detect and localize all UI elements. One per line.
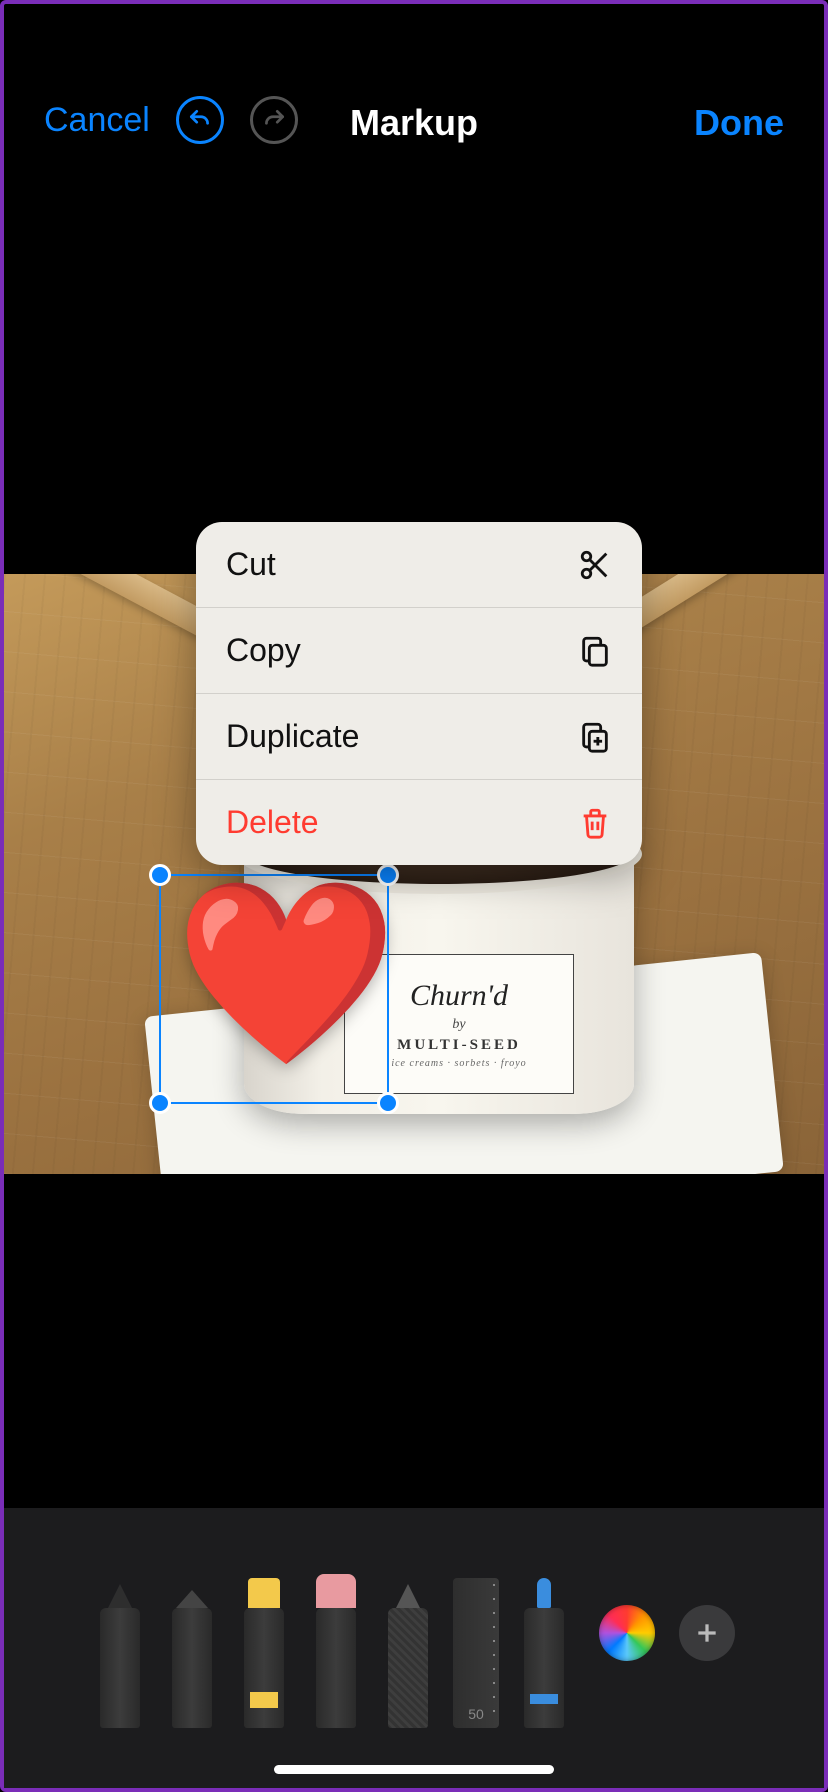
undo-icon — [187, 107, 213, 133]
menu-item-duplicate[interactable]: Duplicate — [196, 694, 642, 780]
redo-button[interactable] — [250, 96, 298, 144]
context-menu: Cut Copy Duplicate Delete — [196, 522, 642, 865]
menu-item-copy[interactable]: Copy — [196, 608, 642, 694]
cup-sub-text: MULTI-SEED — [397, 1037, 521, 1054]
undo-button[interactable] — [176, 96, 224, 144]
navbar: Cancel Markup Done — [4, 4, 824, 174]
menu-item-delete[interactable]: Delete — [196, 780, 642, 865]
cup-by-text: by — [452, 1017, 465, 1033]
done-button[interactable]: Done — [694, 102, 784, 144]
redo-icon — [261, 107, 287, 133]
ruler-value: 50 — [468, 1706, 484, 1722]
copy-icon — [578, 634, 612, 668]
selection-box[interactable] — [159, 874, 389, 1104]
menu-item-cut[interactable]: Cut — [196, 522, 642, 608]
eraser-tool[interactable] — [309, 1578, 363, 1728]
add-button[interactable] — [679, 1605, 735, 1661]
cancel-button[interactable]: Cancel — [44, 101, 150, 140]
marker-tool[interactable] — [165, 1578, 219, 1728]
cup-tagline-text: ice creams · sorbets · froyo — [391, 1058, 526, 1069]
pencil-tool[interactable] — [381, 1578, 435, 1728]
nav-left-group: Cancel — [44, 96, 298, 144]
pen-tool[interactable] — [93, 1578, 147, 1728]
trash-icon — [578, 806, 612, 840]
color-picker-button[interactable] — [599, 1605, 655, 1661]
highlighter-tool[interactable] — [237, 1578, 291, 1728]
resize-handle-top-left[interactable] — [149, 864, 171, 886]
menu-label: Delete — [226, 804, 319, 841]
scissors-icon — [578, 548, 612, 582]
menu-label: Cut — [226, 546, 276, 583]
resize-handle-top-right[interactable] — [377, 864, 399, 886]
menu-label: Duplicate — [226, 718, 359, 755]
menu-label: Copy — [226, 632, 301, 669]
cup-brand-text: Churn'd — [410, 979, 508, 1013]
markup-toolbar: 50 — [4, 1508, 824, 1788]
home-indicator[interactable] — [274, 1765, 554, 1774]
resize-handle-bottom-right[interactable] — [377, 1092, 399, 1114]
ruler-tool[interactable]: 50 — [453, 1578, 499, 1728]
brush-tool[interactable] — [517, 1578, 571, 1728]
duplicate-icon — [578, 720, 612, 754]
tool-row: 50 — [4, 1538, 824, 1728]
plus-icon — [694, 1620, 720, 1646]
resize-handle-bottom-left[interactable] — [149, 1092, 171, 1114]
